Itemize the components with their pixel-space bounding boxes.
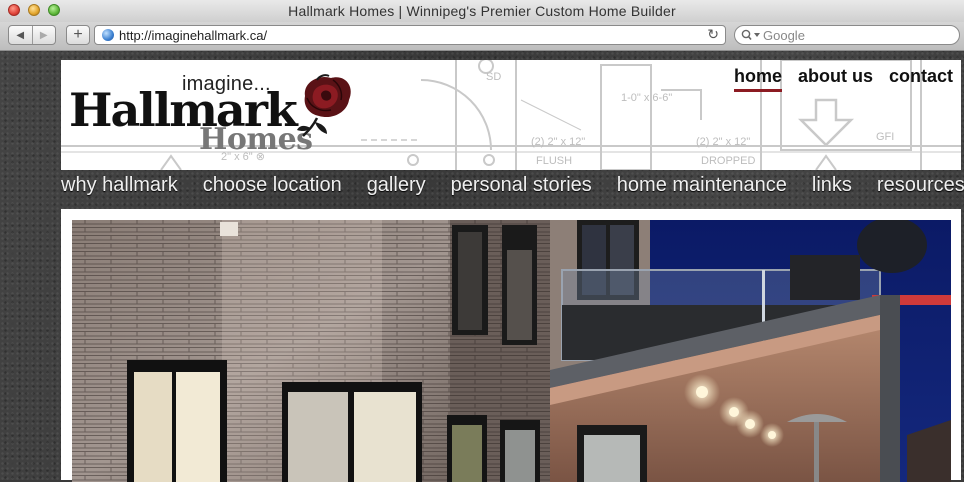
- back-button[interactable]: ◀: [9, 26, 32, 44]
- search-placeholder: Google: [763, 28, 805, 43]
- hero-photo: [72, 220, 951, 482]
- nav-personal-stories[interactable]: personal stories: [451, 174, 592, 204]
- blueprint-label: DROPPED: [701, 155, 755, 167]
- nav-home-maintenance[interactable]: home maintenance: [617, 174, 787, 204]
- back-forward-group: ◀ ▶: [8, 25, 56, 45]
- nav-choose-location[interactable]: choose location: [203, 174, 342, 204]
- browser-toolbar: ◀ ▶ + http://imaginehallmark.ca/ ↻ Googl…: [0, 22, 964, 51]
- rose-icon: [297, 74, 351, 137]
- add-bookmark-button[interactable]: +: [66, 25, 90, 45]
- url-text: http://imaginehallmark.ca/: [119, 28, 268, 43]
- search-field[interactable]: Google: [734, 25, 960, 45]
- blueprint-label: FLUSH: [536, 155, 572, 167]
- title-bar: Hallmark Homes | Winnipeg's Premier Cust…: [0, 0, 964, 23]
- nav-home[interactable]: home: [733, 66, 782, 92]
- blueprint-label: (2) 2" x 12": [696, 136, 750, 148]
- search-icon: [741, 29, 760, 41]
- site-header: (2) 2" x 12" FLUSH (2) 2" x 12" DROPPED …: [61, 60, 961, 170]
- blueprint-label: SD: [486, 71, 501, 83]
- nav-gallery[interactable]: gallery: [367, 174, 426, 204]
- hero-photo-frame: [61, 209, 961, 482]
- window-title: Hallmark Homes | Winnipeg's Premier Cust…: [288, 3, 676, 19]
- nav-about-us[interactable]: about us: [798, 66, 873, 92]
- nav-why-hallmark[interactable]: why hallmark: [61, 174, 178, 204]
- address-bar[interactable]: http://imaginehallmark.ca/ ↻: [94, 25, 726, 45]
- forward-arrow-icon: ▶: [39, 29, 48, 41]
- nav-links[interactable]: links: [812, 174, 852, 204]
- top-nav: home about us contact: [733, 66, 953, 92]
- blueprint-label: 1-0" x 6-6": [621, 92, 672, 104]
- nav-contact[interactable]: contact: [889, 66, 953, 92]
- blueprint-label: (2) 2" x 12": [531, 136, 585, 148]
- web-page: (2) 2" x 12" FLUSH (2) 2" x 12" DROPPED …: [0, 51, 964, 482]
- main-nav: why hallmark choose location gallery per…: [61, 174, 964, 204]
- back-arrow-icon: ◀: [16, 29, 25, 41]
- plus-icon: +: [73, 26, 83, 43]
- nav-resources[interactable]: resources: [877, 174, 964, 204]
- blueprint-label: GFI: [876, 131, 894, 143]
- forward-button[interactable]: ▶: [31, 26, 56, 44]
- reload-icon[interactable]: ↻: [707, 26, 719, 43]
- globe-icon: [102, 29, 114, 41]
